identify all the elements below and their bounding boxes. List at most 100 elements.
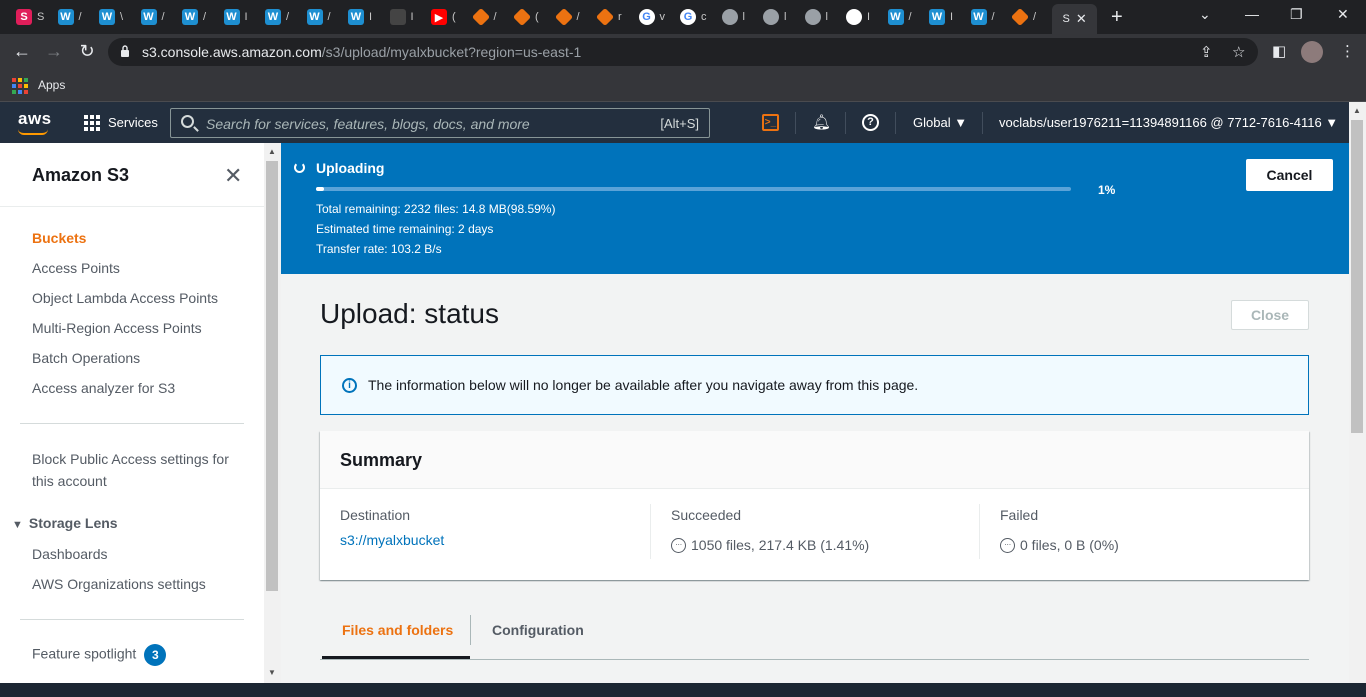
close-icon[interactable]: ✕	[224, 163, 242, 189]
info-alert-text: The information below will no longer be …	[368, 377, 919, 393]
browser-tab[interactable]: W /	[882, 5, 922, 29]
sidebar-item-batch-operations[interactable]: Batch Operations	[32, 350, 140, 366]
browser-tab[interactable]: W /	[965, 5, 1005, 29]
minimize-icon[interactable]: —	[1245, 6, 1259, 22]
sidebar-item-access-analyzer[interactable]: Access analyzer for S3	[32, 380, 175, 396]
tab-close-icon[interactable]: ✕	[1076, 11, 1087, 27]
browser-tab[interactable]: W /	[176, 5, 216, 29]
browser-tab-active[interactable]: S ✕	[1051, 4, 1097, 34]
url-text: s3.console.aws.amazon.com/s3/upload/myal…	[142, 44, 582, 60]
scroll-down-icon[interactable]: ▼	[268, 668, 276, 677]
sidebar-section-storage-lens[interactable]: ▼ Storage Lens	[12, 515, 118, 531]
sidebar-item-feature-spotlight[interactable]: Feature spotlight 3	[32, 644, 167, 666]
tab-files-and-folders[interactable]: Files and folders	[342, 622, 453, 638]
window-close-icon[interactable]: ✕	[1337, 6, 1349, 23]
profile-avatar[interactable]	[1301, 41, 1323, 63]
sidebar-item-multi-region[interactable]: Multi-Region Access Points	[32, 320, 202, 336]
search-input[interactable]: Search for services, features, blogs, do…	[170, 108, 710, 138]
nav-divider	[895, 112, 896, 134]
scroll-up-icon[interactable]: ▲	[1353, 106, 1361, 115]
forward-icon[interactable]: →	[43, 41, 65, 62]
tab-search-icon[interactable]: ⌄	[1199, 6, 1211, 23]
cloudshell-icon[interactable]: >_	[762, 114, 779, 131]
account-menu[interactable]: voclabs/user1976211=11394891166 @ 7712-7…	[999, 115, 1338, 130]
tab-configuration[interactable]: Configuration	[492, 622, 584, 638]
sidebar-item-access-points[interactable]: Access Points	[32, 260, 120, 276]
bookmarks-bar: Apps	[0, 70, 1366, 102]
browser-tab[interactable]: /	[550, 5, 590, 29]
browser-tab[interactable]: Gv	[633, 5, 673, 29]
browser-tab[interactable]: WI	[923, 5, 963, 29]
browser-tab[interactable]: ▶(	[425, 5, 465, 29]
share-icon[interactable]: ⇪	[1200, 43, 1213, 61]
tab-title: /	[327, 11, 331, 23]
destination-link[interactable]: s3://myalxbucket	[340, 532, 444, 548]
sidebar-divider	[20, 423, 244, 424]
sidebar-item-block-public-access[interactable]: Block Public Access settings for this ac…	[32, 451, 229, 489]
info-icon: i	[342, 378, 357, 393]
tab-title: (	[452, 11, 456, 23]
w-app-icon: W	[57, 9, 74, 25]
cancel-upload-button[interactable]: Cancel	[1246, 159, 1333, 191]
browser-tab[interactable]: SS	[10, 5, 50, 29]
total-remaining: Total remaining: 2232 files: 14.8 MB(98.…	[316, 202, 556, 216]
browser-tab[interactable]: WI	[342, 5, 382, 29]
new-tab-button[interactable]: +	[1111, 6, 1123, 29]
browser-tab[interactable]: r	[591, 5, 631, 29]
sidebar-item-object-lambda[interactable]: Object Lambda Access Points	[32, 290, 218, 306]
maximize-icon[interactable]: ❐	[1290, 6, 1303, 23]
browser-tab[interactable]: l	[799, 5, 839, 29]
sidebar-scrollbar[interactable]: ▲ ▼	[264, 143, 281, 683]
browser-tab[interactable]: l	[757, 5, 797, 29]
w-app-icon: W	[348, 9, 364, 25]
sidebar-item-organizations-settings[interactable]: AWS Organizations settings	[32, 576, 206, 592]
sidebar-divider	[20, 619, 244, 620]
tab-divider	[470, 615, 471, 645]
s3-sidebar: Amazon S3 ✕ Buckets Access Points Object…	[0, 143, 264, 683]
aws-logo[interactable]: aws	[18, 109, 52, 129]
tab-title: /	[576, 11, 580, 23]
w-app-icon: W	[887, 9, 904, 25]
scroll-up-icon[interactable]: ▲	[268, 147, 276, 156]
scroll-thumb[interactable]	[1351, 120, 1363, 433]
services-menu[interactable]: Services	[108, 115, 158, 130]
page-scrollbar[interactable]: ▲	[1349, 102, 1366, 683]
back-icon[interactable]: ←	[11, 41, 33, 62]
services-grid-icon[interactable]	[84, 115, 100, 131]
scroll-thumb[interactable]	[266, 161, 278, 591]
browser-tab[interactable]: /	[1006, 5, 1046, 29]
help-icon[interactable]: ?	[862, 114, 879, 131]
browser-tab[interactable]: WI	[218, 5, 258, 29]
os-taskbar	[0, 683, 1366, 697]
summary-panel: Summary Destination s3://myalxbucket Suc…	[320, 431, 1309, 580]
address-bar[interactable]: s3.console.aws.amazon.com/s3/upload/myal…	[108, 38, 1258, 66]
apps-icon[interactable]	[12, 78, 28, 94]
browser-tab[interactable]: (	[508, 5, 548, 29]
browser-tab[interactable]: l	[716, 5, 756, 29]
w-app-icon: W	[140, 9, 157, 25]
browser-tab[interactable]: W /	[301, 5, 341, 29]
nav-divider	[845, 112, 846, 134]
browser-tab[interactable]: W /	[135, 5, 175, 29]
succeeded-label: Succeeded	[671, 507, 742, 523]
browser-tab[interactable]: W /	[259, 5, 299, 29]
side-panel-icon[interactable]: ◧	[1272, 42, 1286, 60]
sidebar-item-buckets[interactable]: Buckets	[32, 230, 86, 246]
reload-icon[interactable]: ↻	[76, 41, 98, 62]
apps-bookmark[interactable]: Apps	[38, 78, 65, 92]
browser-tab[interactable]: W \	[93, 5, 133, 29]
browser-tab[interactable]: /	[467, 5, 507, 29]
notifications-bell-icon[interactable]: 🔔︎	[812, 113, 831, 131]
close-button[interactable]: Close	[1231, 300, 1309, 330]
browser-tab[interactable]: Gc	[674, 5, 714, 29]
nav-divider	[982, 112, 983, 134]
region-selector[interactable]: Global ▼	[913, 115, 967, 130]
bookmark-star-icon[interactable]: ☆	[1232, 43, 1245, 61]
sidebar-item-dashboards[interactable]: Dashboards	[32, 546, 108, 562]
chrome-menu-icon[interactable]: ⋮	[1340, 42, 1355, 60]
browser-tab[interactable]: I	[384, 5, 424, 29]
browser-tab[interactable]: I	[840, 5, 880, 29]
column-divider	[650, 504, 651, 559]
browser-tab[interactable]: W /	[52, 5, 92, 29]
w-app-icon: W	[99, 9, 115, 25]
